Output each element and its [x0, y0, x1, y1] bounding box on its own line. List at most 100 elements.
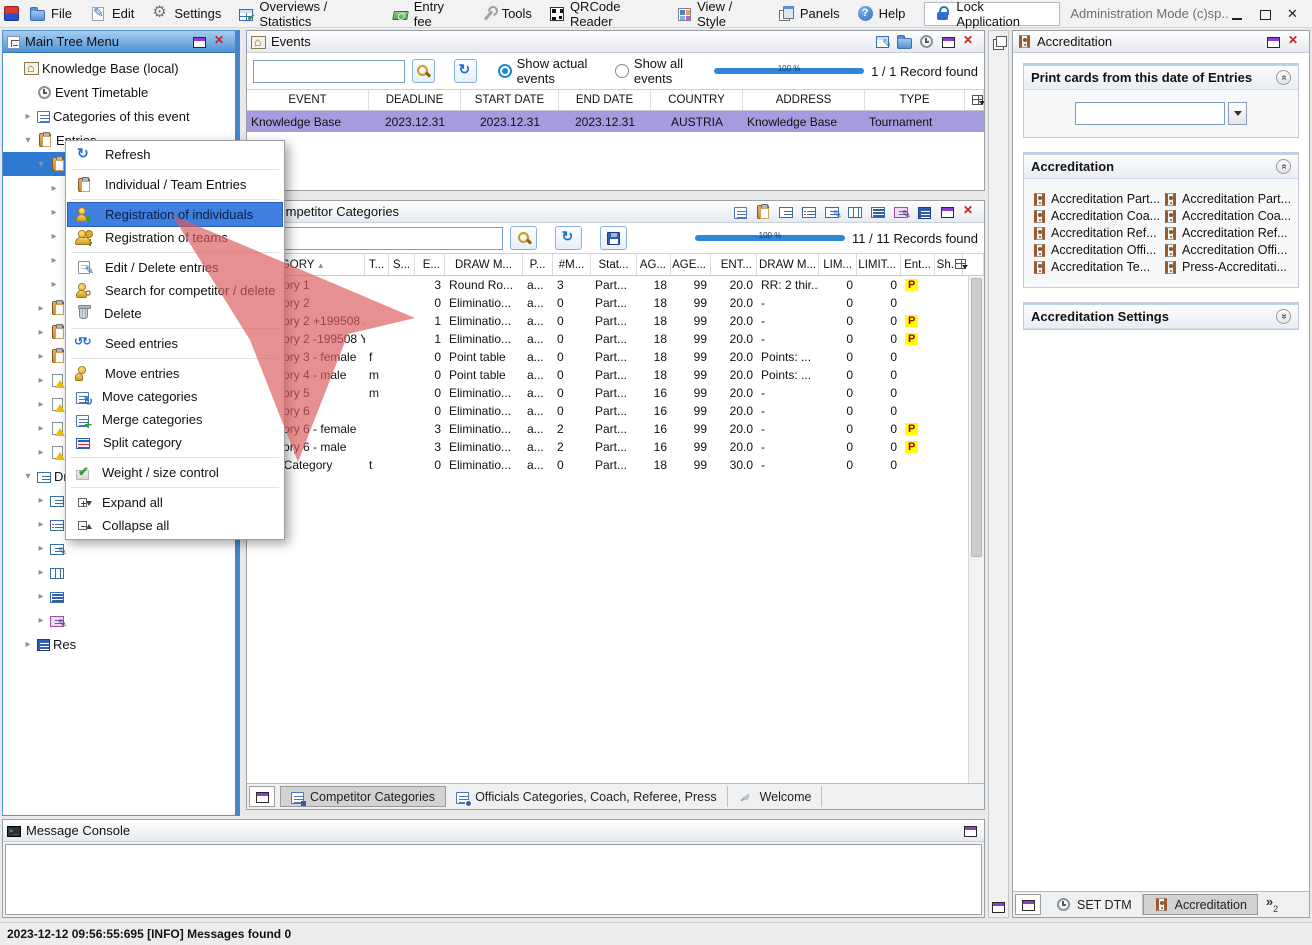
context-menu-item-collapse-all[interactable]: Collapse all	[68, 514, 282, 537]
column-header-deadline[interactable]: DEADLINE	[369, 90, 461, 110]
tab-overflow-button[interactable]: » 2	[1258, 894, 1286, 915]
expander-right-icon[interactable]: ▸	[35, 351, 47, 362]
expander-down-icon[interactable]: ▾	[22, 471, 34, 482]
context-menu-item-move-categories[interactable]: Move categories	[68, 385, 282, 408]
expander-right-icon[interactable]: ▸	[22, 639, 34, 650]
close-window-icon[interactable]	[1286, 7, 1300, 21]
expander-right-icon[interactable]: ▸	[35, 399, 47, 410]
tree-item-categories-of-this-event[interactable]: ▸Categories of this event	[3, 104, 235, 128]
tab-set-dtm[interactable]: SET DTM	[1046, 894, 1143, 915]
table-row[interactable]: Category 2 -199508 Y...1Eliminatio...a..…	[247, 330, 984, 348]
menubar-item-edit[interactable]: Edit	[81, 3, 143, 24]
expander-down-icon[interactable]: ▾	[35, 159, 47, 170]
table-row[interactable]: Category 3 - femalef0Point tablea...0Par…	[247, 348, 984, 366]
column-header-limit[interactable]: LIMIT...	[857, 254, 901, 275]
title-tool-form-edit-icon[interactable]	[872, 33, 892, 51]
chevron-up-icon[interactable]	[1276, 70, 1291, 85]
title-tool-paste-icon[interactable]	[753, 203, 773, 221]
tab-officials-categories-coach-referee-press[interactable]: Officials Categories, Coach, Referee, Pr…	[446, 786, 728, 807]
column-header-address[interactable]: ADDRESS	[743, 90, 865, 110]
maximize-panel-button[interactable]	[1263, 33, 1283, 51]
column-header-age[interactable]: AGE...	[671, 254, 711, 275]
menubar-item-tools[interactable]: Tools	[471, 3, 541, 25]
tree-item-res[interactable]: ▸Res	[3, 632, 235, 656]
expander-right-icon[interactable]: ▸	[35, 519, 47, 530]
maximize-panel-button[interactable]	[960, 822, 980, 840]
tree-item-item[interactable]: ▸	[3, 560, 235, 584]
events-search-input[interactable]	[253, 60, 405, 83]
tab-competitor-categories[interactable]: Competitor Categories	[280, 786, 446, 807]
radio-show-all-events[interactable]: Show all events	[615, 56, 707, 86]
context-menu-item-edit-delete-entries[interactable]: Edit / Delete entries	[68, 256, 282, 279]
column-header-lim[interactable]: LIM...	[819, 254, 857, 275]
context-menu-item-registration-of-individuals[interactable]: Registration of individuals	[68, 203, 282, 226]
title-tool-list-numbered-icon[interactable]	[799, 203, 819, 221]
menubar-item-panels[interactable]: Panels	[769, 3, 849, 25]
chevron-down-icon[interactable]	[1276, 309, 1291, 324]
categories-search-input[interactable]	[253, 227, 503, 250]
accreditation-button-accreditation-part[interactable]: Accreditation Part...	[1032, 191, 1159, 207]
column-header-p[interactable]: P...	[523, 254, 553, 275]
column-header-end-date[interactable]: END DATE	[559, 90, 651, 110]
context-menu-item-move-entries[interactable]: Move entries	[68, 362, 282, 385]
chevron-up-icon[interactable]	[1276, 159, 1291, 174]
title-tool-table-edit-purple-icon[interactable]	[891, 203, 911, 221]
column-header-event[interactable]: EVENT	[247, 90, 369, 110]
context-menu-item-individual-team-entries[interactable]: Individual / Team Entries	[68, 173, 282, 196]
tree-item-knowledge-base-local[interactable]: Knowledge Base (local)	[3, 56, 235, 80]
title-tool-table-rows-icon[interactable]	[868, 203, 888, 221]
table-row[interactable]: Category 6 - male3Eliminatio...a...2Part…	[247, 438, 984, 456]
expander-down-icon[interactable]: ▾	[22, 135, 34, 146]
context-menu-item-seed-entries[interactable]: Seed entries	[68, 332, 282, 355]
title-tool-folder-icon[interactable]	[894, 33, 914, 51]
expander-right-icon[interactable]: ▸	[35, 423, 47, 434]
tree-item-event-timetable[interactable]: Event Timetable	[3, 80, 235, 104]
vertical-scrollbar[interactable]	[968, 276, 984, 783]
expander-right-icon[interactable]: ▸	[48, 279, 60, 290]
table-row[interactable]: Category 2 +199508 ...1Eliminatio...a...…	[247, 312, 984, 330]
column-header-t[interactable]: T...	[365, 254, 389, 275]
column-header-ent[interactable]: ENT...	[711, 254, 757, 275]
accreditation-button-accreditation-offi[interactable]: Accreditation Offi...	[1032, 242, 1159, 258]
table-row[interactable]: Team Categoryt0Eliminatio...a...0Part...…	[247, 456, 984, 474]
print-date-input[interactable]	[1075, 102, 1225, 125]
close-panel-button[interactable]	[960, 203, 980, 221]
expander-right-icon[interactable]: ▸	[35, 495, 47, 506]
accreditation-button-accreditation-offi[interactable]: Accreditation Offi...	[1163, 242, 1290, 258]
menubar-item-entry-fee[interactable]: Entry fee	[384, 0, 471, 32]
categories-save-button[interactable]	[600, 226, 627, 250]
tree-item-item[interactable]: ▸	[3, 608, 235, 632]
accreditation-button-accreditation-ref[interactable]: Accreditation Ref...	[1163, 225, 1290, 241]
print-date-dropdown-button[interactable]	[1228, 102, 1247, 125]
categories-refresh-button[interactable]	[555, 226, 582, 250]
table-row[interactable]: Category 6 - female3Eliminatio...a...2Pa…	[247, 420, 984, 438]
radio-show-actual-events[interactable]: Show actual events	[498, 56, 608, 86]
close-panel-button[interactable]	[1285, 33, 1305, 51]
categories-search-button[interactable]	[510, 226, 537, 250]
maximize-panel-button[interactable]	[938, 33, 958, 51]
table-row[interactable]: Knowledge Base2023.12.312023.12.312023.1…	[247, 111, 984, 132]
context-menu-item-weight-size-control[interactable]: Weight / size control	[68, 461, 282, 484]
tab-strip-window-icon[interactable]	[1015, 894, 1041, 915]
title-tool-table-columns-icon[interactable]	[845, 203, 865, 221]
column-header-country[interactable]: COUNTRY	[651, 90, 743, 110]
table-row[interactable]: Category 4 - malem0Point tablea...0Part.…	[247, 366, 984, 384]
close-panel-button[interactable]	[960, 33, 980, 51]
table-row[interactable]: Category 13Round Ro...a...3Part...189920…	[247, 276, 984, 294]
maximize-icon[interactable]	[1258, 7, 1272, 21]
expander-right-icon[interactable]: ▸	[35, 543, 47, 554]
tree-item-item[interactable]: ▸	[3, 584, 235, 608]
expander-right-icon[interactable]: ▸	[35, 375, 47, 386]
column-header-draw-m[interactable]: DRAW M...	[757, 254, 819, 275]
accreditation-button-accreditation-te[interactable]: Accreditation Te...	[1032, 259, 1159, 275]
accreditation-button-accreditation-coa[interactable]: Accreditation Coa...	[1032, 208, 1159, 224]
context-menu-item-search-for-competitor-delete[interactable]: Search for competitor / delete	[68, 279, 282, 302]
column-header-draw-m[interactable]: DRAW M...	[445, 254, 523, 275]
expander-right-icon[interactable]: ▸	[35, 591, 47, 602]
expander-right-icon[interactable]: ▸	[35, 615, 47, 626]
expander-right-icon[interactable]: ▸	[35, 567, 47, 578]
tab-welcome[interactable]: Welcome	[728, 786, 823, 807]
window-icon[interactable]	[992, 902, 1005, 913]
table-row[interactable]: Category 60Eliminatio...a...0Part...1699…	[247, 402, 984, 420]
menubar-item-settings[interactable]: Settings	[143, 3, 230, 25]
